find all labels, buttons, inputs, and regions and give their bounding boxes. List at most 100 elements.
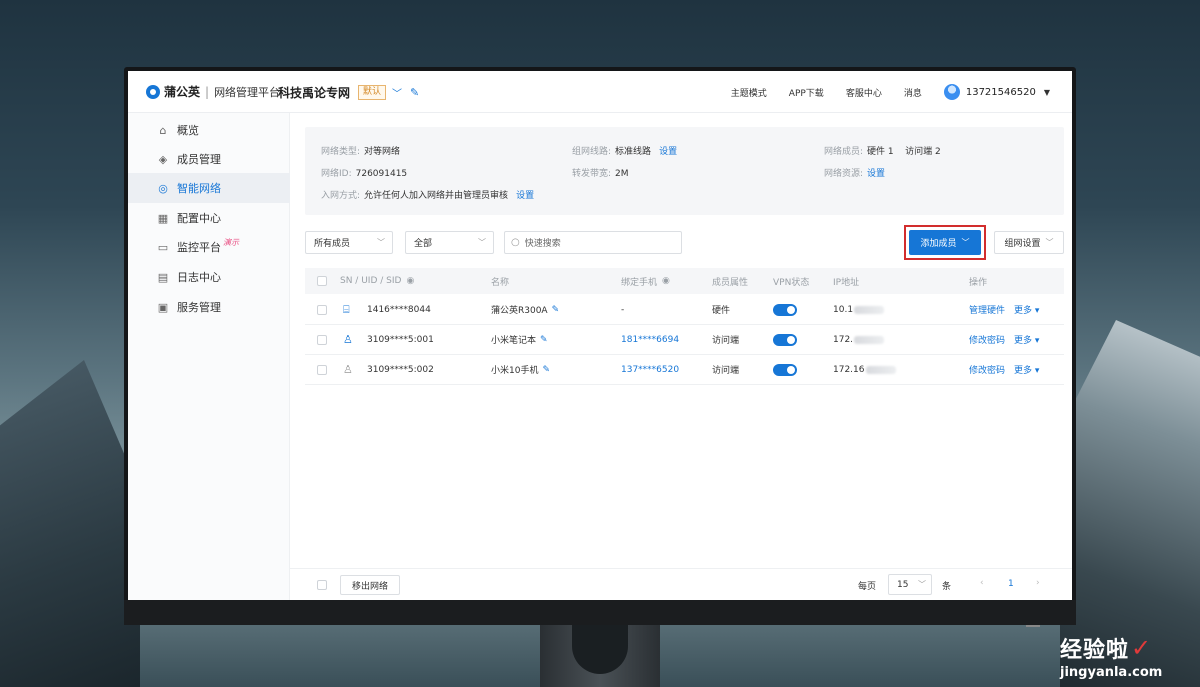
resources-settings-link[interactable]: 设置	[867, 169, 885, 179]
remove-from-network-button[interactable]: 移出网络	[340, 575, 400, 595]
table-row[interactable]: ⌸ 1416****8044 蒲公英R300A ✎ - 硬件 10.1 管理硬件更…	[305, 295, 1064, 325]
sidebar-item-label: 配置中心	[177, 212, 221, 225]
col-actions: 操作	[969, 277, 988, 288]
checkbox[interactable]	[317, 364, 327, 375]
sidebar-item-label: 监控平台	[177, 241, 221, 254]
sidebar-item-overview[interactable]: ⌂ 概览	[128, 115, 290, 145]
scope-filter-select[interactable]: 全部 ﹀	[405, 231, 494, 254]
table-row[interactable]: ♙ 3109****5:001 小米笔记本 ✎ 181****6694 访问端 1…	[305, 325, 1064, 355]
brand-name: 蒲公英	[164, 85, 201, 99]
toggle-switch[interactable]	[773, 303, 797, 316]
table-row[interactable]: ♙ 3109****5:002 小米10手机 ✎ 137****6520 访问端 …	[305, 355, 1064, 385]
app-screen: 蒲公英 | 网络管理平台 科技禹论专网 默认 ﹀ ✎ 主题模式 APP下载 客服…	[128, 71, 1072, 600]
ip-redaction	[854, 335, 885, 344]
sidebar-item-label: 日志中心	[177, 271, 221, 284]
sidebar-item-monitor[interactable]: ▭ 监控平台 演示	[128, 232, 290, 262]
check-icon: ✓	[1131, 634, 1153, 662]
logo[interactable]: 蒲公英 | 网络管理平台	[146, 83, 280, 100]
row-id: 3109****5:001	[367, 334, 434, 345]
sidebar-item-smart-network[interactable]: ◎ 智能网络	[128, 173, 290, 203]
prev-page-icon[interactable]: ‹	[980, 578, 984, 588]
more-label: 更多	[1014, 366, 1033, 376]
info-value: 硬件 1 访问端 2	[867, 147, 941, 157]
vpn-toggle[interactable]	[773, 295, 797, 324]
monitor-icon: ▭	[157, 240, 169, 254]
toggle-switch[interactable]	[773, 363, 797, 376]
info-bandwidth: 转发带宽: 2M	[572, 166, 629, 179]
info-label: 组网线路:	[572, 147, 612, 157]
network-title: 科技禹论专网 默认 ﹀ ✎	[278, 84, 419, 101]
vpn-toggle[interactable]	[773, 325, 797, 354]
table-header: SN / UID / SID ◉ 名称 绑定手机 ◉ 成员属性 VPN状态 IP地址…	[305, 268, 1064, 294]
edit-icon[interactable]: ✎	[542, 365, 550, 375]
avatar[interactable]	[943, 84, 960, 100]
info-value: 2M	[615, 169, 629, 179]
chevron-down-icon: ﹀	[918, 580, 926, 589]
sidebar-item-logs[interactable]: ▤ 日志中心	[128, 262, 290, 292]
row-ip: 172.	[833, 325, 885, 354]
change-password-link[interactable]: 修改密码	[969, 363, 1005, 376]
sidebar-item-services[interactable]: ▣ 服务管理	[128, 292, 290, 322]
checkbox[interactable]	[317, 580, 327, 590]
manage-hardware-link[interactable]: 管理硬件	[969, 303, 1005, 316]
menu-customer-service[interactable]: 客服中心	[846, 86, 882, 99]
account-phone[interactable]: 13721546520	[966, 87, 1036, 98]
more-dropdown[interactable]: 更多 ▾	[1014, 303, 1039, 316]
row-ip-text: 10.1	[833, 304, 854, 315]
network-settings-button[interactable]: 组网设置 ﹀	[994, 231, 1064, 254]
checkbox[interactable]	[317, 334, 327, 345]
add-member-label: 添加成员	[920, 239, 957, 249]
checkbox[interactable]	[317, 276, 327, 286]
info-label: 转发带宽:	[572, 169, 612, 179]
vpn-toggle[interactable]	[773, 355, 797, 384]
page-size-value: 15	[897, 579, 909, 590]
row-checkbox[interactable]	[317, 355, 327, 384]
page-size-select[interactable]: 15 ﹀	[888, 574, 932, 595]
row-ip: 172.16	[833, 355, 896, 384]
row-phone[interactable]: 137****6520	[621, 355, 679, 384]
info-value: 标准线路	[615, 147, 652, 157]
row-checkbox[interactable]	[317, 325, 327, 354]
menu-theme-mode[interactable]: 主题模式	[731, 86, 767, 99]
info-route: 组网线路: 标准线路 设置	[572, 144, 677, 157]
search-input[interactable]: ○ 快速搜索	[504, 231, 682, 254]
select-all-checkbox[interactable]	[317, 268, 327, 294]
row-name-text: 小米10手机	[491, 366, 539, 376]
current-page[interactable]: 1	[1008, 579, 1014, 589]
ip-redaction	[854, 305, 885, 314]
eye-icon[interactable]: ◉	[406, 276, 414, 286]
edit-icon[interactable]: ✎	[552, 305, 560, 315]
service-icon: ▣	[157, 300, 169, 314]
network-name: 科技禹论专网	[278, 86, 351, 100]
more-dropdown[interactable]: 更多 ▾	[1014, 333, 1039, 346]
row-ip-text: 172.16	[833, 364, 865, 375]
toggle-switch[interactable]	[773, 333, 797, 346]
route-settings-link[interactable]: 设置	[659, 147, 677, 157]
edit-icon[interactable]: ✎	[410, 86, 419, 99]
col-phone-label: 绑定手机	[621, 277, 658, 288]
row-ip-text: 172.	[833, 334, 854, 345]
edit-icon[interactable]: ✎	[540, 335, 548, 345]
join-settings-link[interactable]: 设置	[516, 191, 534, 201]
chevron-down-icon: ﹀	[377, 238, 385, 247]
sidebar-item-members[interactable]: ◈ 成员管理	[128, 144, 290, 174]
footer-select-all[interactable]	[317, 580, 327, 590]
change-password-link[interactable]: 修改密码	[969, 333, 1005, 346]
chevron-down-icon[interactable]: ﹀	[392, 85, 402, 100]
row-phone[interactable]: 181****6694	[621, 325, 679, 354]
sidebar-item-config[interactable]: ▦ 配置中心	[128, 203, 290, 233]
network-icon: ◎	[158, 181, 168, 195]
row-ip: 10.1	[833, 295, 885, 324]
more-dropdown[interactable]: 更多 ▾	[1014, 363, 1039, 376]
checkbox[interactable]	[317, 304, 327, 315]
add-member-button[interactable]: 添加成员 ﹀	[909, 230, 981, 255]
sidebar-item-label: 成员管理	[177, 153, 221, 166]
menu-app-download[interactable]: APP下载	[789, 86, 824, 99]
caret-down-icon[interactable]: ▼	[1044, 88, 1050, 97]
next-page-icon[interactable]: ›	[1036, 578, 1040, 588]
table-footer: 移出网络 每页 15 ﹀ 条 ‹ 1 ›	[290, 568, 1072, 600]
member-filter-select[interactable]: 所有成员 ﹀	[305, 231, 393, 254]
eye-icon[interactable]: ◉	[662, 276, 670, 286]
menu-messages[interactable]: 消息	[904, 86, 922, 99]
row-checkbox[interactable]	[317, 295, 327, 324]
